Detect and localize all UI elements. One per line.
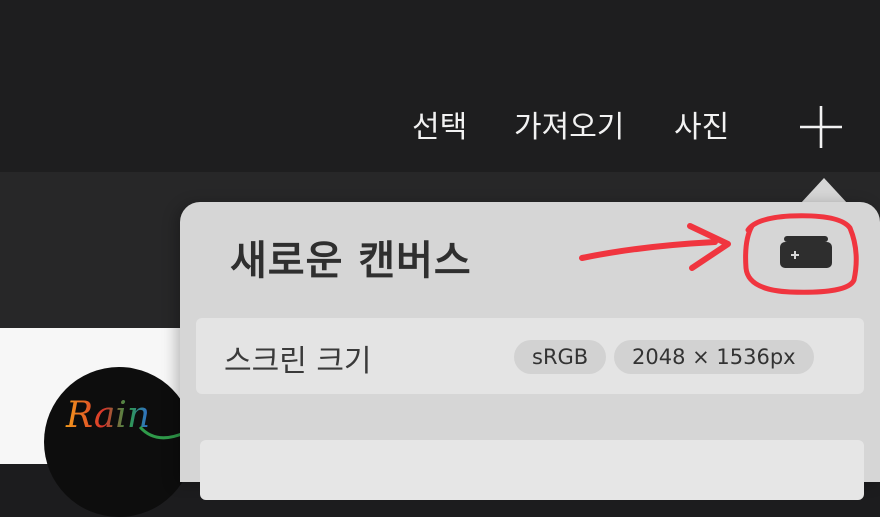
- select-button[interactable]: 선택: [412, 108, 467, 148]
- preset-name: 스크린 크기: [224, 344, 372, 379]
- popover-arrow: [800, 178, 848, 204]
- photo-button[interactable]: 사진: [674, 108, 729, 148]
- color-profile-badge: sRGB: [514, 340, 607, 374]
- canvas-preset-row[interactable]: 스크린 크기 sRGB 2048 × 1536px: [196, 318, 864, 394]
- thumbnail-text: Rain: [65, 395, 150, 436]
- artwork-thumbnail[interactable]: Rain: [44, 367, 194, 517]
- import-button[interactable]: 가져오기: [514, 108, 624, 148]
- new-canvas-popover: 새로운 캔버스 스크린 크기 sRGB 2048 × 1536px: [180, 202, 880, 500]
- canvas-size-badge: 2048 × 1536px: [614, 340, 814, 374]
- canvas-preset-row[interactable]: [200, 440, 864, 500]
- plus-icon[interactable]: [798, 104, 844, 150]
- new-canvas-icon[interactable]: [776, 232, 836, 272]
- popover-title: 새로운 캔버스: [230, 238, 472, 284]
